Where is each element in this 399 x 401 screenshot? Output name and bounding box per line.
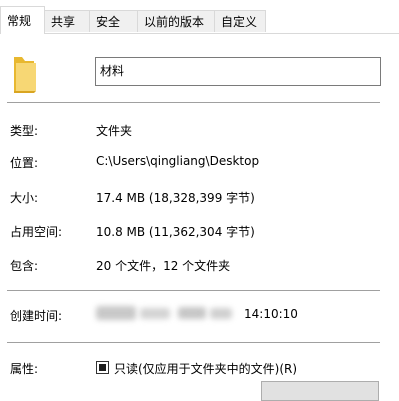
size-label: 大小:	[10, 191, 39, 205]
attributes-label: 属性:	[10, 362, 39, 376]
tab-general[interactable]: 常规	[0, 6, 45, 34]
type-value: 文件夹	[96, 124, 133, 138]
tab-sharing-label: 共享	[51, 15, 76, 29]
separator	[7, 342, 380, 343]
tab-strip: 常规 共享 安全 以前的版本 自定义	[0, 0, 399, 34]
tab-security-label: 安全	[96, 15, 121, 29]
created-date-redacted	[96, 304, 236, 324]
created-label: 创建时间:	[10, 309, 63, 323]
type-label: 类型:	[10, 124, 39, 138]
tab-strip-border	[0, 33, 399, 34]
separator	[7, 102, 380, 103]
tab-customize[interactable]: 自定义	[214, 10, 266, 32]
advanced-button[interactable]	[261, 381, 379, 401]
location-value: C:\Users\qingliang\Desktop	[96, 154, 260, 168]
contains-label: 包含:	[10, 259, 39, 273]
checkbox-indeterminate-icon	[99, 364, 106, 371]
tab-previous-versions-label: 以前的版本	[144, 15, 205, 29]
contains-value: 20 个文件，12 个文件夹	[96, 259, 231, 273]
tab-previous-versions[interactable]: 以前的版本	[137, 10, 215, 32]
size-on-disk-value: 10.8 MB (11,362,304 字节)	[96, 225, 255, 239]
tab-security[interactable]: 安全	[89, 10, 138, 32]
location-label: 位置:	[10, 156, 39, 170]
separator	[7, 290, 380, 291]
created-time-value: 14:10:10	[244, 307, 298, 321]
tab-customize-label: 自定义	[221, 15, 258, 29]
tab-sharing[interactable]: 共享	[44, 10, 90, 32]
readonly-checkbox-label[interactable]: 只读(仅应用于文件夹中的文件)(R)	[114, 360, 297, 377]
folder-icon	[8, 53, 40, 97]
readonly-checkbox[interactable]	[96, 361, 109, 374]
size-on-disk-label: 占用空间:	[10, 225, 63, 239]
tab-general-label: 常规	[7, 14, 32, 28]
size-value: 17.4 MB (18,328,399 字节)	[96, 191, 255, 205]
folder-name-input[interactable]: 材料	[95, 57, 381, 86]
